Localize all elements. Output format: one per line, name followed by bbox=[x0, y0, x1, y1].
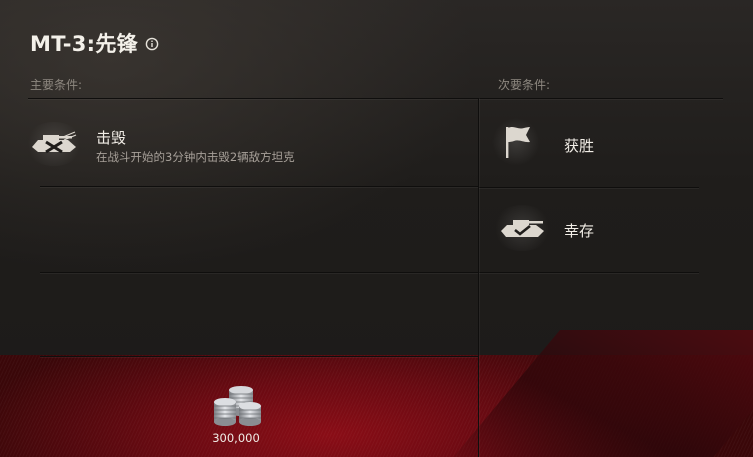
mission-panel: MT-3:先锋 主要条件: 次要条件: 击毁 在战斗开始的3分钟内击毁2辆敌方坦… bbox=[0, 0, 753, 457]
condition-title: 幸存 bbox=[564, 222, 595, 240]
destroy-tank-icon bbox=[32, 131, 77, 154]
column-divider bbox=[478, 98, 479, 457]
mission-title: MT-3:先锋 bbox=[30, 32, 138, 56]
header-divider bbox=[28, 98, 723, 99]
primary-row-divider-1 bbox=[40, 186, 478, 187]
info-circle-icon[interactable] bbox=[145, 37, 159, 51]
reward-amount: 300,000 bbox=[212, 431, 260, 445]
condition-title: 击毁 bbox=[96, 129, 127, 147]
survive-tank-icon bbox=[501, 220, 544, 237]
condition-description: 在战斗开始的3分钟内击毁2辆敌方坦克 bbox=[96, 150, 295, 164]
silver-coins-icon bbox=[214, 386, 261, 426]
primary-conditions-label: 主要条件: bbox=[30, 78, 83, 92]
primary-row-divider-3 bbox=[40, 356, 478, 357]
condition-title: 获胜 bbox=[564, 137, 595, 155]
secondary-conditions-label: 次要条件: bbox=[498, 78, 551, 92]
primary-row-divider-2 bbox=[40, 272, 478, 273]
victory-flag-icon bbox=[506, 127, 530, 158]
secondary-row-divider-2 bbox=[479, 272, 699, 273]
secondary-row-divider-1 bbox=[479, 187, 699, 188]
